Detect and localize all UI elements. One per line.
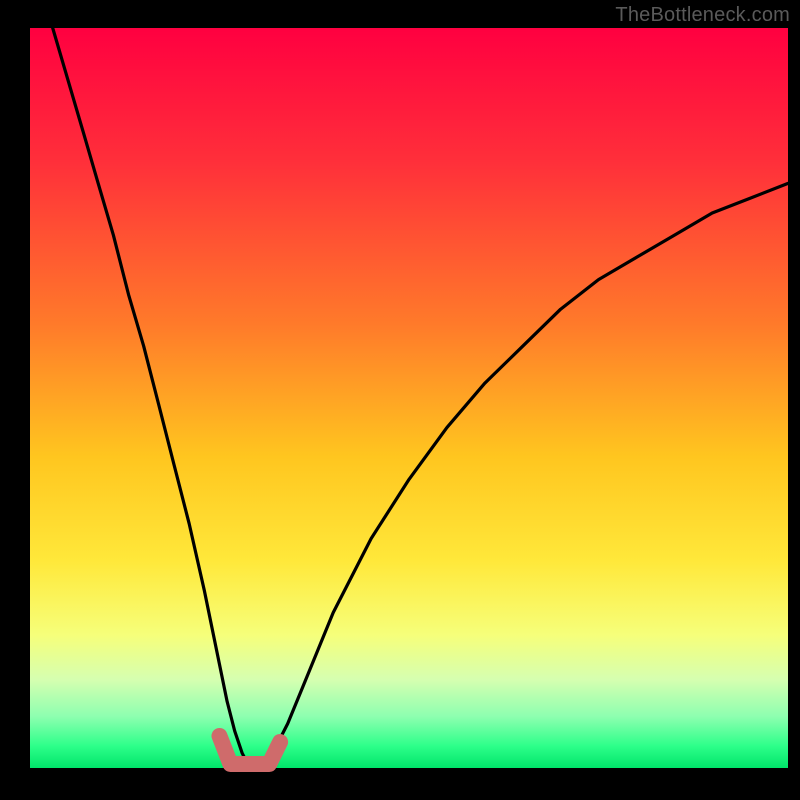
bottleneck-chart (0, 0, 800, 800)
chart-stage: TheBottleneck.com (0, 0, 800, 800)
plot-background (30, 28, 788, 768)
watermark-label: TheBottleneck.com (615, 4, 790, 27)
